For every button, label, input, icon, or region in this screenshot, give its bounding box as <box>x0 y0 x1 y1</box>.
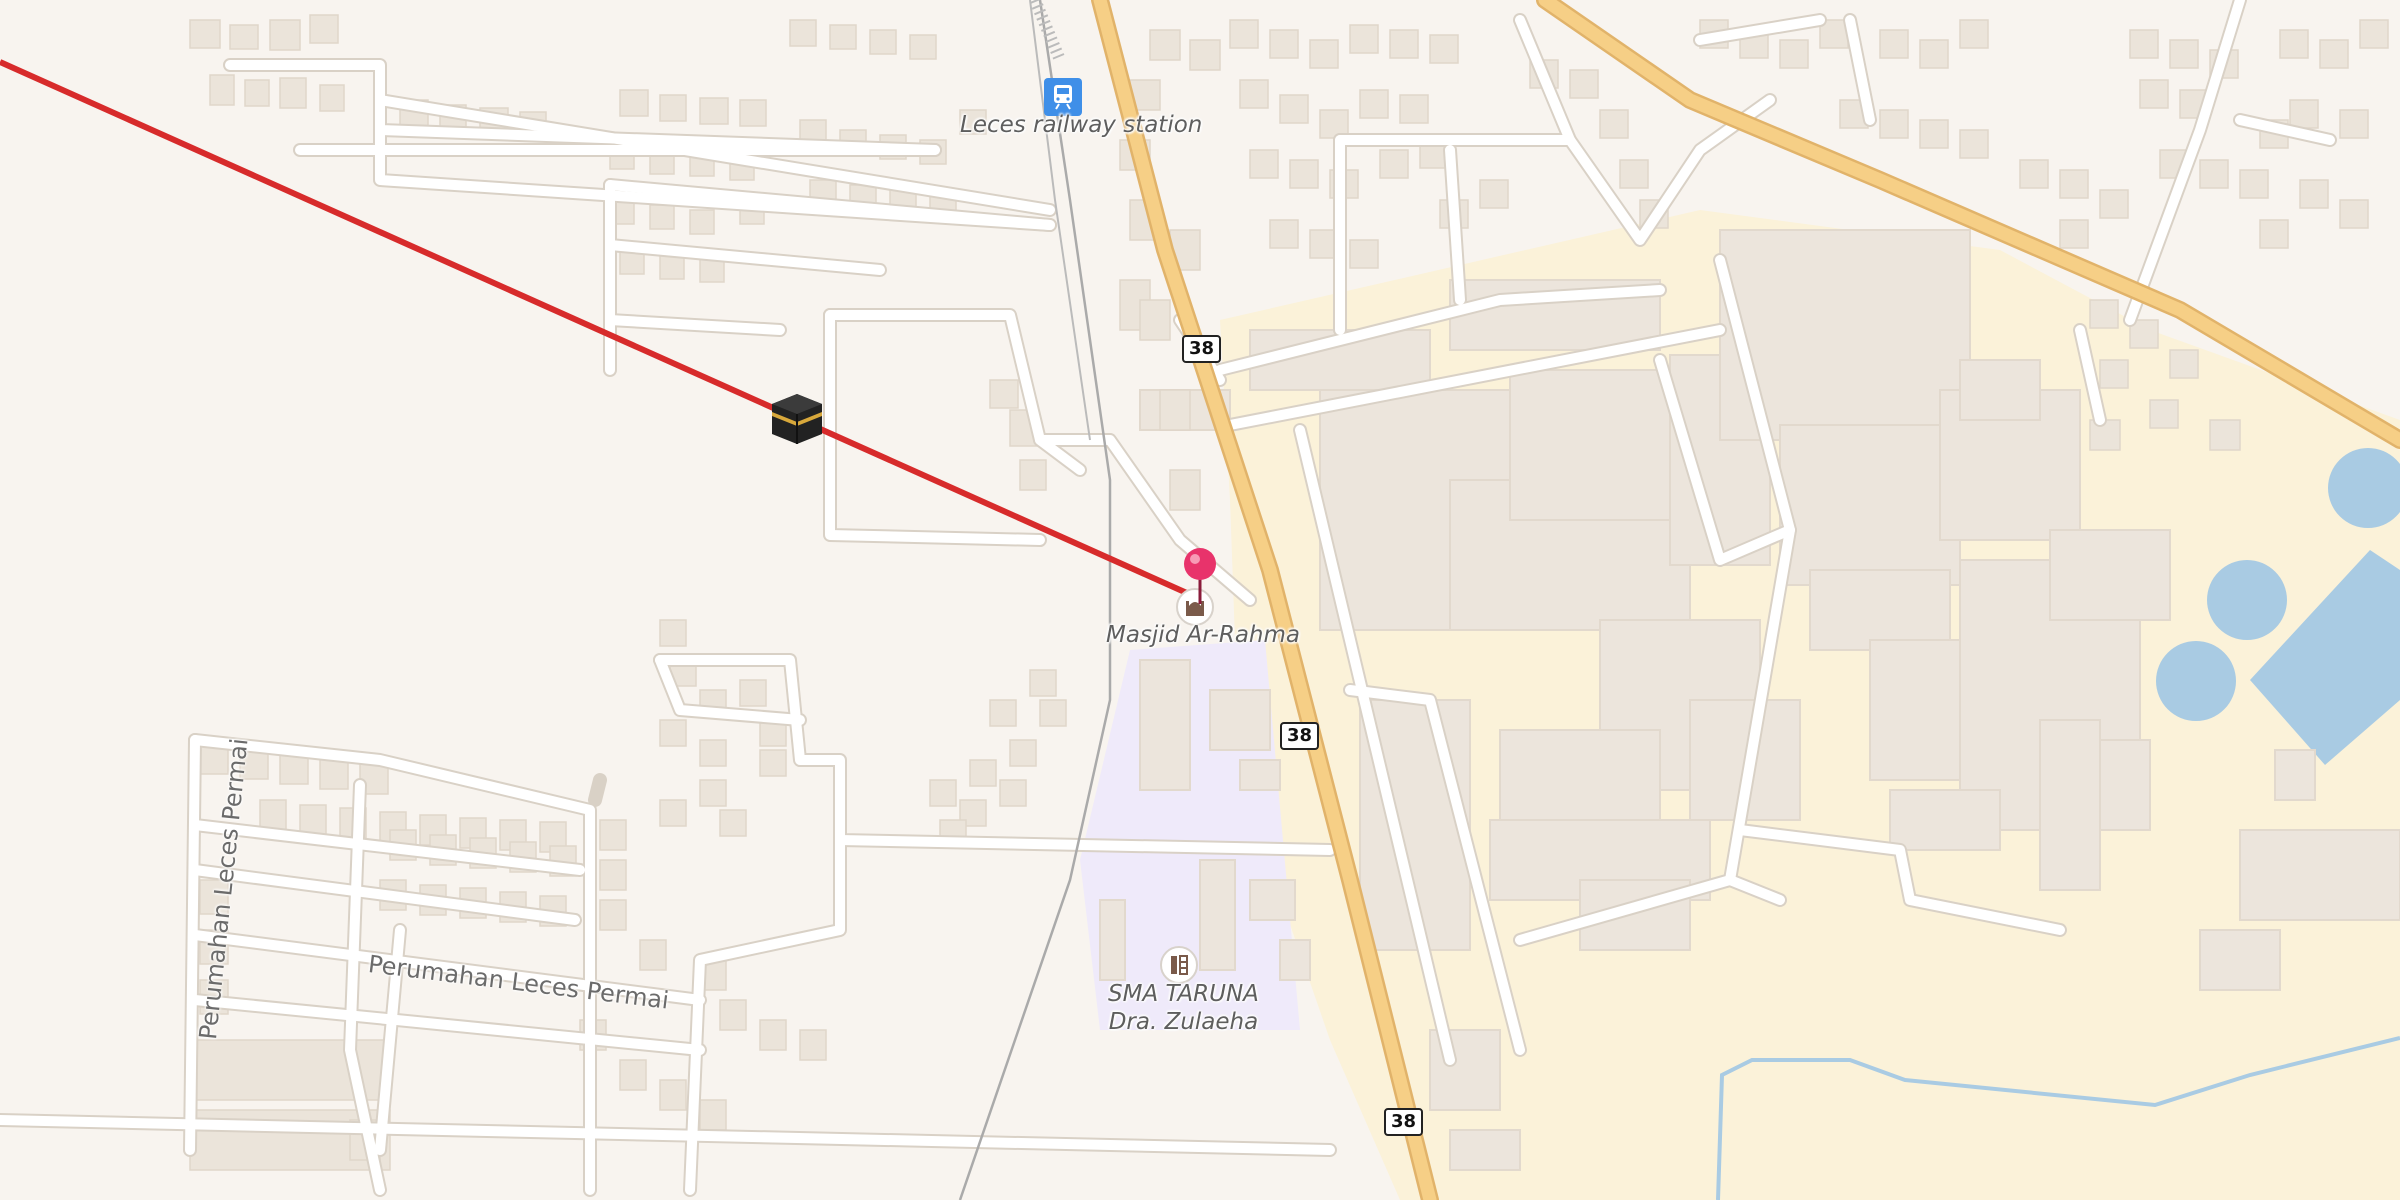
school-label-line2: Dra. Zulaeha <box>1108 1009 1259 1035</box>
train-station-icon[interactable] <box>1044 78 1082 116</box>
location-pin-icon[interactable] <box>1182 546 1218 606</box>
station-label: Leces railway station <box>960 112 1203 138</box>
school-label: SMA TARUNA Dra. Zulaeha <box>1108 980 1259 1036</box>
road-shield: 38 <box>1182 335 1222 363</box>
mosque-label: Masjid Ar-Rahma <box>1106 622 1300 648</box>
map-canvas[interactable]: Leces railway station Masjid Ar-Rahma SM… <box>0 0 2400 1200</box>
school-icon[interactable] <box>1160 946 1198 984</box>
railway <box>958 0 1112 1200</box>
kaaba-icon[interactable] <box>768 390 826 448</box>
road-shield: 38 <box>1280 722 1320 750</box>
school-label-line1: SMA TARUNA <box>1108 981 1259 1007</box>
road-shield: 38 <box>1384 1108 1424 1136</box>
